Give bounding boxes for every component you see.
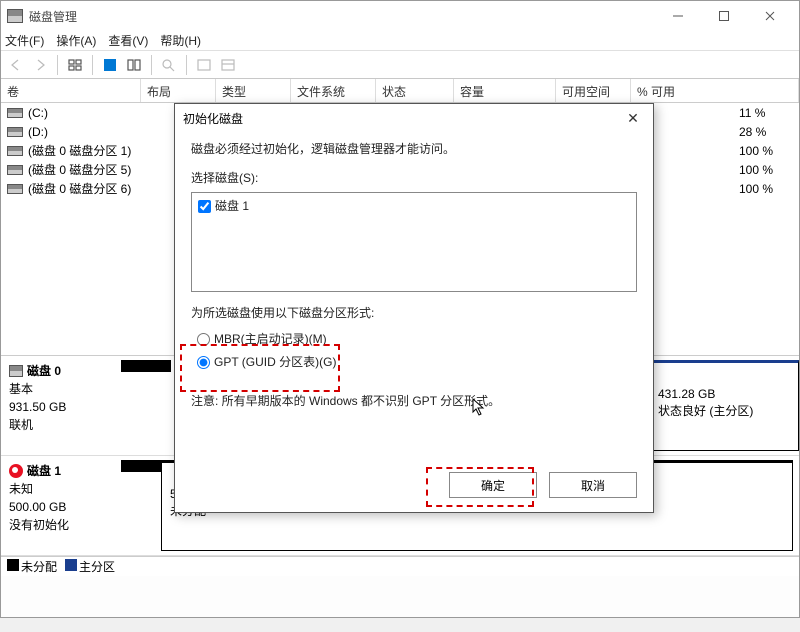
help-button[interactable]: ? [99,54,121,76]
dialog-message: 磁盘必须经过初始化，逻辑磁盘管理器才能访问。 [191,140,637,159]
disk-icon [7,146,23,156]
menu-action[interactable]: 操作(A) [56,32,96,49]
col-capacity[interactable]: 容量 [454,79,556,102]
disk-icon [7,108,23,118]
col-free[interactable]: 可用空间 [556,79,631,102]
list-button[interactable] [193,54,215,76]
table-header: 卷 布局 类型 文件系统 状态 容量 可用空间 % 可用 [1,79,799,103]
init-disk-dialog: 初始化磁盘 ✕ 磁盘必须经过初始化，逻辑磁盘管理器才能访问。 选择磁盘(S): … [174,103,654,513]
disk-icon [7,165,23,175]
close-button[interactable] [747,1,793,31]
disk-icon [7,127,23,137]
legend: 未分配 主分区 [1,556,799,576]
col-fs[interactable]: 文件系统 [291,79,376,102]
col-pct[interactable]: % 可用 [631,79,799,102]
disk-select-list[interactable]: 磁盘 1 [191,192,637,292]
disk-icon [9,365,23,377]
detail-button[interactable] [217,54,239,76]
gpt-radio-row[interactable]: GPT (GUID 分区表)(G) [197,351,637,374]
dialog-close-button[interactable]: ✕ [621,106,645,130]
gpt-radio[interactable] [197,356,210,369]
minimize-button[interactable] [655,1,701,31]
select-disk-label: 选择磁盘(S): [191,169,637,188]
col-status[interactable]: 状态 [376,79,454,102]
disk0-partition[interactable]: 431.28 GB 状态良好 (主分区) [649,360,799,451]
menubar: 文件(F) 操作(A) 查看(V) 帮助(H) [1,31,799,51]
dialog-title: 初始化磁盘 [183,110,243,127]
mbr-radio-row[interactable]: MBR(主启动记录)(M) [197,328,637,351]
col-type[interactable]: 类型 [216,79,291,102]
error-icon [9,464,23,478]
maximize-button[interactable] [701,1,747,31]
titlebar: 磁盘管理 [1,1,799,31]
col-volume[interactable]: 卷 [1,79,141,102]
refresh-button[interactable] [123,54,145,76]
disk1-info: 磁盘 1 未知 500.00 GB 没有初始化 [1,456,121,555]
cursor-icon [472,398,486,416]
cancel-button[interactable]: 取消 [549,472,637,498]
menu-help[interactable]: 帮助(H) [160,32,201,49]
window-title: 磁盘管理 [29,8,77,25]
properties-button[interactable] [158,54,180,76]
app-icon [7,9,23,23]
menu-view[interactable]: 查看(V) [108,32,148,49]
disk-checkbox-row[interactable]: 磁盘 1 [198,197,630,216]
views-button[interactable] [64,54,86,76]
menu-file[interactable]: 文件(F) [5,32,44,49]
col-layout[interactable]: 布局 [141,79,216,102]
disk1-checkbox[interactable] [198,200,211,213]
disk-icon [7,184,23,194]
toolbar: ? [1,51,799,79]
mbr-radio[interactable] [197,333,210,346]
forward-button[interactable] [29,54,51,76]
svg-text:?: ? [107,58,114,72]
dialog-note: 注意: 所有早期版本的 Windows 都不识别 GPT 分区形式。 [191,392,637,411]
partition-style-label: 为所选磁盘使用以下磁盘分区形式: [191,304,637,323]
ok-button[interactable]: 确定 [449,472,537,498]
disk0-info: 磁盘 0 基本 931.50 GB 联机 [1,356,121,455]
back-button[interactable] [5,54,27,76]
